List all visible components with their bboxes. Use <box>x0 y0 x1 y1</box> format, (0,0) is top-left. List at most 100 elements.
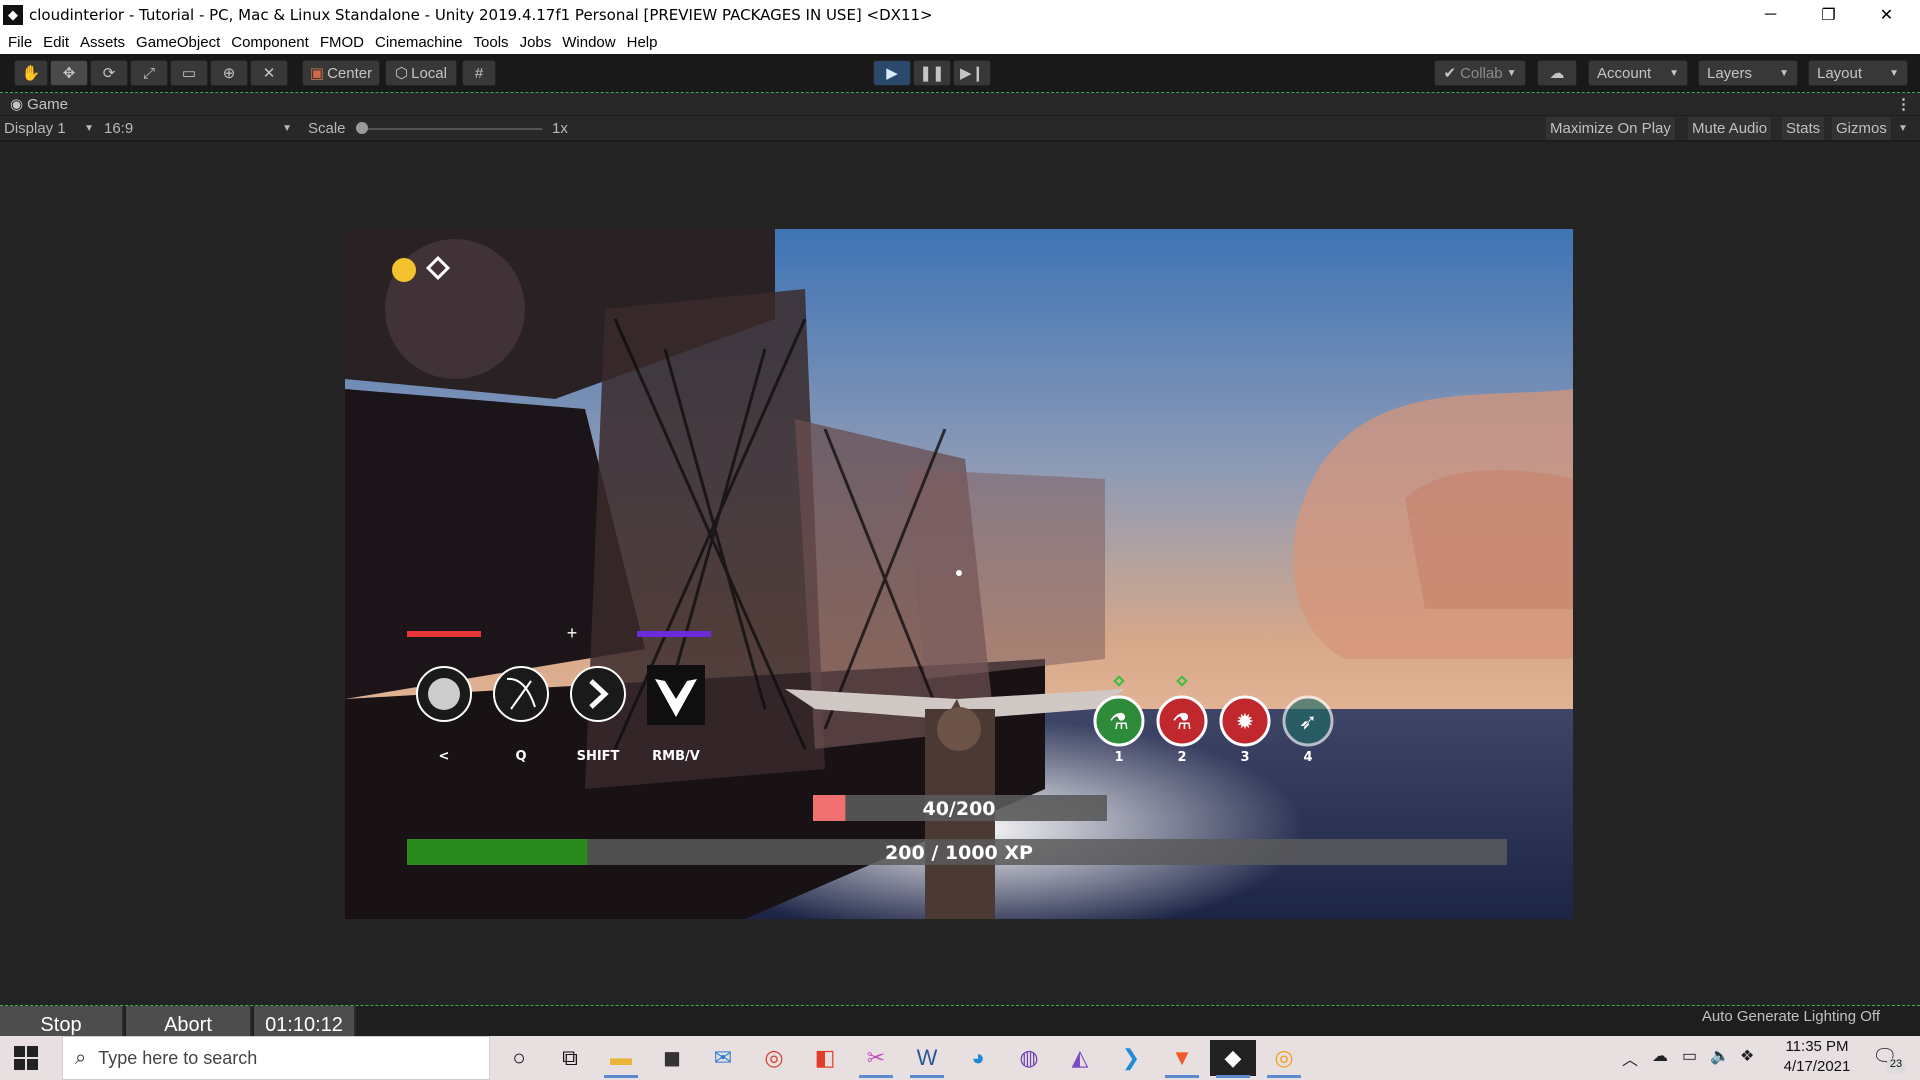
taskbar-search[interactable]: ⌕ Type here to search <box>62 1036 490 1080</box>
ability-slot-dash[interactable] <box>570 666 626 722</box>
menu-edit[interactable]: Edit <box>43 34 69 51</box>
chrome-canary-icon[interactable]: ◎ <box>1261 1040 1307 1078</box>
hand-tool-icon[interactable]: ✋ <box>14 60 48 86</box>
xp-bar-fill <box>407 839 588 865</box>
cortana-icon[interactable]: ○ <box>496 1040 542 1076</box>
coin-icon <box>392 258 416 282</box>
restore-button[interactable]: ❐ <box>1800 0 1857 30</box>
cloud-button[interactable]: ☁ <box>1537 60 1577 86</box>
feather-icon: ➶ <box>1299 709 1317 734</box>
display-dropdown[interactable]: Display 1 ▼ <box>4 116 98 141</box>
account-dropdown[interactable]: Account ▼ <box>1588 60 1688 86</box>
kebab-menu-icon[interactable]: ⋮ <box>1896 95 1911 113</box>
clock-time[interactable]: 11:35 PM <box>1762 1038 1872 1055</box>
unity-logo-icon: ◆ <box>3 5 23 25</box>
menu-tools[interactable]: Tools <box>474 34 509 51</box>
menu-file[interactable]: File <box>8 34 32 51</box>
pivot-label: Center <box>327 64 373 82</box>
scale-label: Scale <box>308 120 346 137</box>
minimize-button[interactable]: ─ <box>1742 0 1799 30</box>
space-local-button[interactable]: ⬡ Local <box>385 60 457 86</box>
search-placeholder: Type here to search <box>98 1047 258 1068</box>
pivot-center-button[interactable]: ▣ Center <box>302 60 380 86</box>
plus-icon: + <box>567 623 578 643</box>
edge-icon[interactable]: ◕ <box>955 1040 1001 1076</box>
mail-icon[interactable]: ✉ <box>700 1040 746 1076</box>
layers-dropdown[interactable]: Layers ▼ <box>1698 60 1798 86</box>
xp-text: 200 / 1000 XP <box>885 842 1033 864</box>
menu-component[interactable]: Component <box>231 34 309 51</box>
spell-slot-label: 2 <box>1177 750 1186 765</box>
running-indicator <box>1267 1075 1301 1078</box>
layout-dropdown[interactable]: Layout ▼ <box>1808 60 1908 86</box>
lion-head-icon <box>428 678 460 710</box>
aspect-dropdown[interactable]: 16:9 ▼ <box>104 116 296 141</box>
mute-audio-toggle[interactable]: Mute Audio <box>1688 117 1772 140</box>
stats-toggle[interactable]: Stats <box>1782 117 1825 140</box>
menu-cinemachine[interactable]: Cinemachine <box>375 34 463 51</box>
gizmos-toggle[interactable]: Gizmos <box>1832 117 1891 140</box>
crosshair-dot <box>956 570 962 576</box>
ability-key-label: < <box>439 749 450 764</box>
ability-cooldown-bar <box>637 631 711 637</box>
game-viewport[interactable]: + < Q SHIFT RMB/V 40/200 200 / 1000 XP ⚗… <box>345 229 1573 919</box>
word-icon[interactable]: W <box>904 1040 950 1078</box>
file-explorer-icon[interactable]: ▬ <box>598 1040 644 1078</box>
cube-icon: ⬡ <box>395 65 409 82</box>
battery-icon[interactable]: ▭ <box>1682 1046 1697 1066</box>
onedrive-icon[interactable]: ☁ <box>1652 1046 1668 1066</box>
pivot-icon: ▣ <box>309 65 325 82</box>
step-button[interactable]: ▶❙ <box>953 60 991 86</box>
menu-assets[interactable]: Assets <box>80 34 125 51</box>
office-icon[interactable]: ◧ <box>802 1040 848 1076</box>
windows-start-icon[interactable] <box>14 1046 38 1070</box>
health-text: 40/200 <box>922 798 995 820</box>
game-view-bar: Display 1 ▼ 16:9 ▼ Scale 1x Maximize On … <box>0 116 1920 141</box>
visual-studio-icon[interactable]: ◭ <box>1057 1040 1103 1076</box>
chrome-icon[interactable]: ◎ <box>751 1040 797 1076</box>
lighting-status[interactable]: Auto Generate Lighting Off <box>1580 1008 1880 1025</box>
close-button[interactable]: ✕ <box>1858 0 1915 30</box>
snip-icon[interactable]: ✂ <box>853 1040 899 1078</box>
rotate-tool-icon[interactable]: ⟳ <box>90 60 128 86</box>
github-icon[interactable]: ◍ <box>1006 1040 1052 1076</box>
scale-tool-icon[interactable]: ⤢ <box>130 60 168 86</box>
maximize-on-play-toggle[interactable]: Maximize On Play <box>1546 117 1675 140</box>
menu-window[interactable]: Window <box>562 34 615 51</box>
ability-slot-wings[interactable] <box>647 665 705 725</box>
title-bar: ◆ cloudinterior - Tutorial - PC, Mac & L… <box>0 0 1920 30</box>
game-scene: + < Q SHIFT RMB/V 40/200 200 / 1000 XP ⚗… <box>345 229 1573 919</box>
rect-tool-icon[interactable]: ▭ <box>170 60 208 86</box>
task-view-icon[interactable]: ⧉ <box>547 1040 593 1076</box>
grid-snap-icon[interactable]: # <box>462 60 496 86</box>
notification-center-icon[interactable]: 🗨 23 <box>1872 1044 1908 1074</box>
scale-slider[interactable] <box>356 116 546 141</box>
menu-fmod[interactable]: FMOD <box>320 34 364 51</box>
chevron-down-icon: ▼ <box>1889 67 1899 79</box>
gizmos-chevron-icon[interactable]: ▼ <box>1898 116 1908 141</box>
menu-gameobject[interactable]: GameObject <box>136 34 220 51</box>
chevron-up-icon[interactable]: ︿ <box>1622 1046 1638 1070</box>
dropbox-icon[interactable]: ❖ <box>1740 1046 1754 1066</box>
window-title: cloudinterior - Tutorial - PC, Mac & Lin… <box>29 6 933 24</box>
tab-game[interactable]: Game <box>27 96 68 113</box>
space-label: Local <box>411 64 447 82</box>
menu-help[interactable]: Help <box>627 34 658 51</box>
brave-icon[interactable]: ▼ <box>1159 1040 1205 1078</box>
volume-icon[interactable]: 🔈 <box>1710 1046 1730 1066</box>
menu-jobs[interactable]: Jobs <box>520 34 552 51</box>
unity-icon[interactable]: ◆ <box>1210 1040 1256 1078</box>
vscode-icon[interactable]: ❯ <box>1108 1040 1154 1076</box>
pause-button[interactable]: ❚❚ <box>913 60 951 86</box>
clock-date[interactable]: 4/17/2021 <box>1762 1058 1872 1075</box>
ability-slot-lion[interactable] <box>416 666 472 722</box>
layers-label: Layers <box>1707 64 1753 82</box>
ability-slot-grapple[interactable] <box>493 666 549 722</box>
play-button[interactable]: ▶ <box>873 60 911 86</box>
display-label: Display 1 <box>4 120 66 137</box>
collab-button[interactable]: ✔ Collab ▼ <box>1434 60 1526 86</box>
custom-tool-icon[interactable]: ✕ <box>250 60 288 86</box>
store-icon[interactable]: ◼ <box>649 1040 695 1076</box>
move-tool-icon[interactable]: ✥ <box>50 60 88 86</box>
transform-tool-icon[interactable]: ⊕ <box>210 60 248 86</box>
